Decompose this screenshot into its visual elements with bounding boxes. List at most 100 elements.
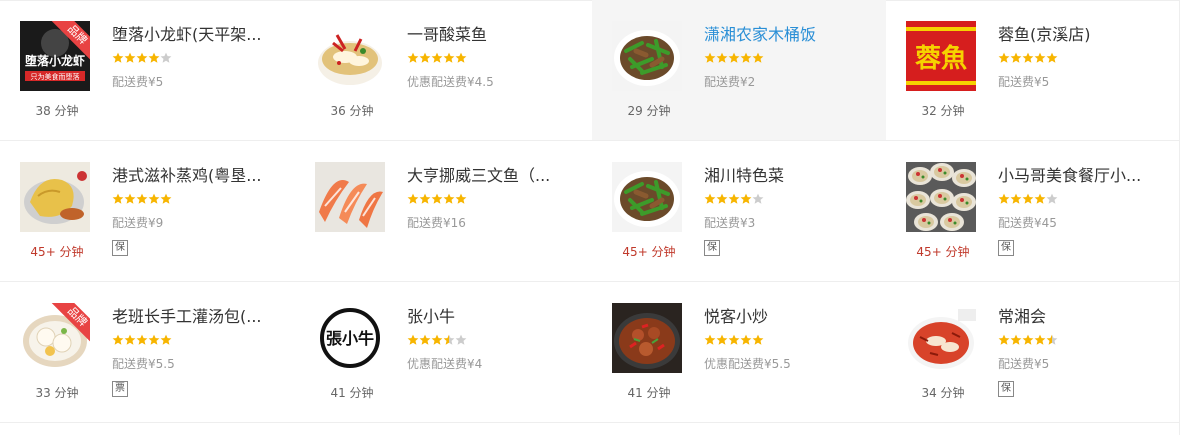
star-icon: [407, 52, 419, 64]
restaurant-card[interactable]: 大亨挪威三文鱼（... 配送费¥16: [295, 141, 592, 281]
delivery-time: 41 分钟: [330, 386, 374, 400]
crayfish-logo-text: 堕落小龙虾: [25, 53, 85, 68]
star-icon: [740, 52, 752, 64]
restaurant-card[interactable]: 29 分钟 潇湘农家木桶饭 配送费¥2: [592, 0, 886, 140]
star-icon: [704, 334, 716, 346]
restaurant-thumbnail[interactable]: [906, 162, 976, 232]
rating-stars: [704, 193, 764, 208]
restaurant-row: 品牌 33 分钟 老班长手工灌汤包(... 配送费¥5.5 票 張小牛 41 分…: [0, 282, 1180, 423]
star-icon: [124, 193, 136, 205]
restaurant-thumbnail[interactable]: 張小牛: [315, 303, 385, 373]
restaurant-thumbnail[interactable]: 品牌: [20, 303, 90, 373]
star-icon: [419, 334, 431, 346]
restaurant-thumbnail[interactable]: [906, 303, 976, 373]
star-icon: [148, 52, 160, 64]
restaurant-name[interactable]: 堕落小龙虾(天平架...: [112, 21, 280, 45]
rating-stars: [112, 334, 172, 349]
star-icon: [1034, 193, 1046, 205]
delivery-fee: 配送费¥5.5: [112, 357, 175, 371]
star-icon: [1046, 334, 1058, 346]
delivery-time: 45+ 分钟: [916, 245, 970, 259]
delivery-fee: 优惠配送费¥4: [407, 357, 483, 371]
star-icon: [124, 52, 136, 64]
restaurant-thumbnail[interactable]: [612, 21, 682, 91]
restaurant-card[interactable]: 45+ 分钟 小马哥美食餐厅小... 配送费¥45 保: [886, 141, 1180, 281]
star-icon: [148, 334, 160, 346]
star-icon: [160, 52, 172, 64]
star-icon: [443, 52, 455, 64]
delivery-fee: 优惠配送费¥5.5: [704, 357, 791, 371]
star-icon: [407, 334, 419, 346]
restaurant-name[interactable]: 大亨挪威三文鱼（...: [407, 162, 575, 186]
restaurant-card[interactable]: 36 分钟 一哥酸菜鱼 优惠配送费¥4.5: [295, 0, 592, 140]
delivery-time: 29 分钟: [627, 104, 671, 118]
restaurant-name[interactable]: 蓉鱼(京溪店): [998, 21, 1166, 45]
restaurant-name[interactable]: 小马哥美食餐厅小...: [998, 162, 1166, 186]
star-icon: [998, 52, 1010, 64]
rating-stars: [998, 52, 1058, 67]
svg-text:只为美食而堕落: 只为美食而堕落: [31, 72, 80, 81]
restaurant-name[interactable]: 常湘会: [998, 303, 1166, 327]
star-icon: [148, 193, 160, 205]
restaurant-name[interactable]: 张小牛: [407, 303, 575, 327]
star-icon: [1010, 52, 1022, 64]
restaurant-card[interactable]: 45+ 分钟 港式滋补蒸鸡(粤垦... 配送费¥9 保: [0, 141, 295, 281]
star-icon: [431, 52, 443, 64]
star-icon: [419, 193, 431, 205]
restaurant-card[interactable]: 45+ 分钟 湘川特色菜 配送费¥3 保: [592, 141, 886, 281]
star-icon: [728, 52, 740, 64]
restaurant-name[interactable]: 港式滋补蒸鸡(粤垦...: [112, 162, 280, 186]
star-icon: [160, 334, 172, 346]
delivery-time: 33 分钟: [35, 386, 79, 400]
restaurant-thumbnail[interactable]: [315, 21, 385, 91]
star-icon: [728, 193, 740, 205]
restaurant-name[interactable]: 悦客小炒: [704, 303, 872, 327]
restaurant-name[interactable]: 潇湘农家木桶饭: [704, 21, 872, 45]
star-icon: [136, 52, 148, 64]
restaurant-card[interactable]: 34 分钟 常湘会 配送费¥5 保: [886, 282, 1180, 422]
star-icon: [704, 193, 716, 205]
star-icon: [740, 334, 752, 346]
restaurant-thumbnail[interactable]: [612, 303, 682, 373]
restaurant-thumbnail[interactable]: [315, 162, 385, 232]
delivery-fee: 配送费¥2: [704, 75, 756, 89]
star-icon: [136, 193, 148, 205]
restaurant-card[interactable]: 張小牛 41 分钟 张小牛 优惠配送费¥4: [295, 282, 592, 422]
star-icon: [124, 334, 136, 346]
delivery-time: 32 分钟: [921, 104, 965, 118]
delivery-fee: 配送费¥3: [704, 216, 756, 230]
restaurant-card[interactable]: 41 分钟 悦客小炒 优惠配送费¥5.5: [592, 282, 886, 422]
delivery-time: 41 分钟: [627, 386, 671, 400]
restaurant-card[interactable]: 品牌 33 分钟 老班长手工灌汤包(... 配送费¥5.5 票: [0, 282, 295, 422]
restaurant-thumbnail[interactable]: [612, 162, 682, 232]
restaurant-card[interactable]: 蓉魚 32 分钟 蓉鱼(京溪店) 配送费¥5: [886, 0, 1180, 140]
delivery-time: 34 分钟: [921, 386, 965, 400]
star-icon: [998, 334, 1010, 346]
star-icon: [752, 334, 764, 346]
restaurant-thumbnail[interactable]: 堕落小龙虾 只为美食而堕落 品牌: [20, 21, 90, 91]
restaurant-name[interactable]: 一哥酸菜鱼: [407, 21, 575, 45]
star-icon: [1034, 334, 1046, 346]
service-badge: 保: [704, 240, 720, 256]
delivery-time: 38 分钟: [35, 104, 79, 118]
rating-stars: [407, 334, 467, 349]
rating-stars: [704, 52, 764, 67]
restaurant-thumbnail[interactable]: 蓉魚: [906, 21, 976, 91]
star-icon: [728, 334, 740, 346]
star-icon: [1046, 193, 1058, 205]
restaurant-thumbnail[interactable]: [20, 162, 90, 232]
restaurant-name[interactable]: 湘川特色菜: [704, 162, 872, 186]
rating-stars: [112, 193, 172, 208]
restaurant-card[interactable]: 堕落小龙虾 只为美食而堕落 品牌 38 分钟 堕落小龙虾(天平架... 配送费¥5: [0, 0, 295, 140]
star-icon: [1022, 334, 1034, 346]
star-icon: [1010, 193, 1022, 205]
star-icon: [136, 334, 148, 346]
restaurant-row: 堕落小龙虾 只为美食而堕落 品牌 38 分钟 堕落小龙虾(天平架... 配送费¥5 …: [0, 0, 1180, 141]
delivery-fee: 配送费¥5: [998, 75, 1050, 89]
zhangxiaoniu-logo-text: 張小牛: [326, 329, 374, 348]
star-icon: [1010, 334, 1022, 346]
rating-stars: [704, 334, 764, 349]
delivery-fee: 优惠配送费¥4.5: [407, 75, 494, 89]
star-icon: [1046, 52, 1058, 64]
restaurant-name[interactable]: 老班长手工灌汤包(...: [112, 303, 280, 327]
